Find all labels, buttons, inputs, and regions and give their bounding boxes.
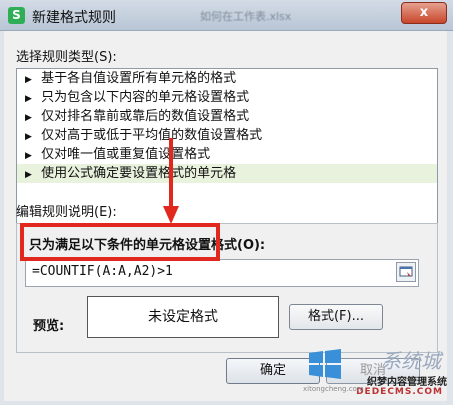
- rule-type-label: 选择规则类型(S):: [16, 50, 117, 65]
- rule-type-item[interactable]: ▶ 仅对高于或低于平均值的数值设置格式: [17, 126, 437, 145]
- background-window-title: 如何在工作表.xlsx: [200, 10, 292, 23]
- rule-type-item[interactable]: ▶ 基于各自值设置所有单元格的格式: [17, 69, 437, 88]
- watermark-domain: DEDECMS.COM: [356, 387, 443, 397]
- rule-type-item[interactable]: ▶ 仅对唯一值或重复值设置格式: [17, 145, 437, 164]
- rule-type-item[interactable]: ▶ 仅对排名靠前或靠后的数值设置格式: [17, 107, 437, 126]
- windows-logo-icon: [309, 349, 341, 379]
- rule-type-item-label: 只为包含以下内容的单元格设置格式: [41, 90, 250, 105]
- rule-type-item-label: 使用公式确定要设置格式的单元格: [41, 166, 237, 181]
- range-select-icon: [399, 266, 413, 277]
- rule-type-item-selected[interactable]: ▶ 使用公式确定要设置格式的单元格: [17, 164, 437, 183]
- watermark-subtitle: 织梦内容管理系统: [367, 377, 447, 388]
- formula-value: =COUNTIF(A:A,A2)>1: [32, 264, 173, 279]
- rule-type-item[interactable]: ▶ 只为包含以下内容的单元格设置格式: [17, 88, 437, 107]
- window-title: 新建格式规则: [32, 10, 116, 26]
- edit-rule-panel: 只为满足以下条件的单元格设置格式(O): =COUNTIF(A:A,A2)>1 …: [16, 223, 438, 353]
- rule-type-item-label: 基于各自值设置所有单元格的格式: [41, 71, 237, 86]
- collapse-dialog-button[interactable]: [396, 262, 416, 282]
- close-button[interactable]: x: [401, 2, 447, 24]
- wps-app-icon: S: [8, 7, 25, 24]
- triangle-right-icon: ▶: [25, 170, 32, 180]
- preview-label: 预览:: [33, 319, 65, 334]
- format-button[interactable]: 格式(F)...: [289, 304, 383, 330]
- preview-box: 未设定格式: [87, 296, 279, 338]
- rule-type-item-label: 仅对高于或低于平均值的数值设置格式: [41, 128, 263, 143]
- formula-input[interactable]: =COUNTIF(A:A,A2)>1: [25, 259, 419, 287]
- condition-label: 只为满足以下条件的单元格设置格式(O):: [29, 238, 266, 253]
- rule-type-item-label: 仅对唯一值或重复值设置格式: [41, 147, 211, 162]
- title-bar: S 新建格式规则 如何在工作表.xlsx x: [0, 0, 453, 31]
- watermark-site: xitongcheng.com: [303, 385, 364, 393]
- rule-type-item-label: 仅对排名靠前或靠后的数值设置格式: [41, 109, 250, 124]
- watermark-brand: 系统城: [381, 349, 441, 373]
- watermark: 系统城 织梦内容管理系统 DEDECMS.COM xitongcheng.com: [301, 343, 451, 403]
- edit-rule-label: 编辑规则说明(E):: [16, 205, 117, 220]
